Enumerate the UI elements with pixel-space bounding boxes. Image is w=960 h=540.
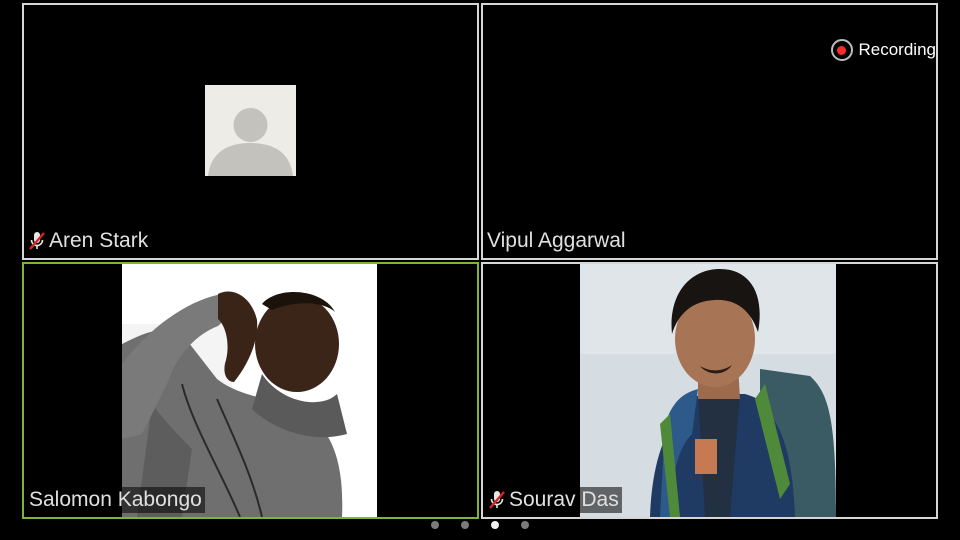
participant-tile-aren-stark[interactable]: Aren Stark <box>22 3 479 260</box>
page-dot[interactable] <box>461 521 469 529</box>
page-dot-current[interactable] <box>491 521 499 529</box>
page-dot[interactable] <box>431 521 439 529</box>
participant-name: Vipul Aggarwal <box>487 229 626 252</box>
participant-name-label: Sourav Das <box>487 487 622 513</box>
person-placeholder-icon <box>205 85 296 176</box>
recording-indicator: Recording <box>830 39 937 61</box>
participant-video-feed <box>580 264 836 517</box>
participant-video-feed <box>122 264 377 517</box>
recording-dot-icon <box>830 39 853 61</box>
participant-name: Salomon Kabongo <box>29 488 202 511</box>
participant-tile-vipul-aggarwal[interactable]: Recording Vipul Aggarwal <box>481 3 938 260</box>
participant-name-label: Aren Stark <box>28 228 148 254</box>
participant-tile-salomon-kabongo[interactable]: Salomon Kabongo <box>22 262 479 519</box>
microphone-muted-icon <box>488 489 506 511</box>
page-indicator <box>0 521 960 529</box>
participant-name: Sourav Das <box>509 488 619 511</box>
page-dot[interactable] <box>521 521 529 529</box>
participant-name-label: Vipul Aggarwal <box>487 228 626 254</box>
participant-name: Aren Stark <box>49 229 149 252</box>
recording-label: Recording <box>858 40 937 59</box>
participant-name-label: Salomon Kabongo <box>28 487 205 513</box>
microphone-muted-icon <box>28 230 46 252</box>
participant-tile-sourav-das[interactable]: Sourav Das <box>481 262 938 519</box>
